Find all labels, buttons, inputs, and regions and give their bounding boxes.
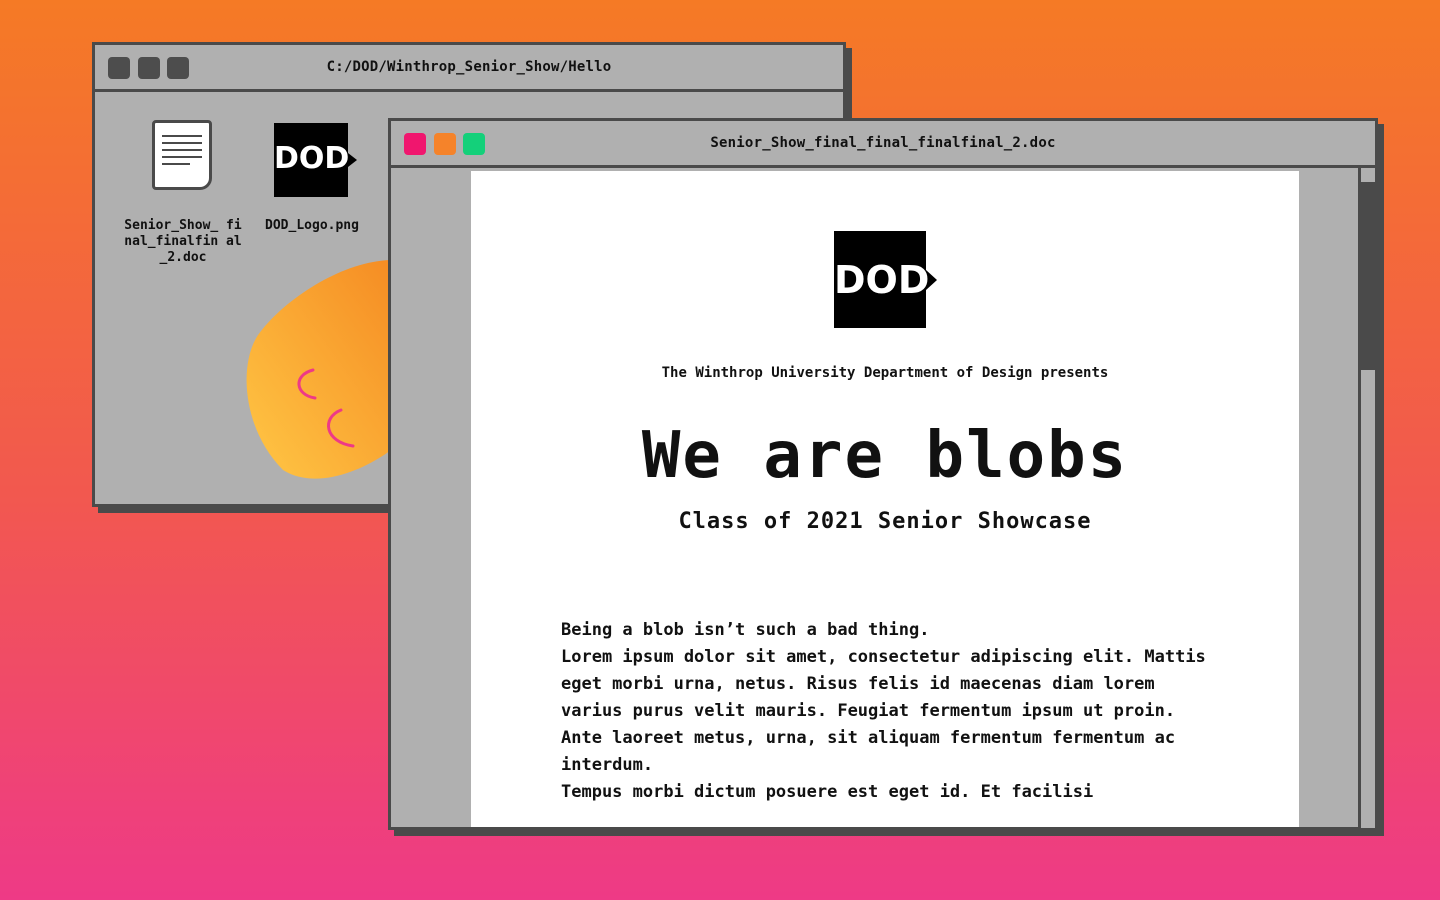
paragraph: Being a blob isn’t such a bad thing.	[561, 620, 930, 640]
paragraph: Tempus morbi dictum posuere est eget id.…	[561, 782, 1094, 802]
document-icon	[152, 120, 212, 190]
file-label: DOD_Logo.png	[265, 218, 359, 233]
window-path-title: C:/DOD/Winthrop_Senior_Show/Hello	[326, 59, 612, 75]
file-item-doc[interactable]: Senior_Show_ final_finalfin al_2.doc	[121, 120, 245, 270]
paragraph: Lorem ipsum dolor sit amet, consectetur …	[561, 647, 1206, 775]
document-filename-title: Senior_Show_final_final_finalfinal_2.doc	[710, 135, 1056, 151]
document-titlebar[interactable]: Senior_Show_final_final_finalfinal_2.doc	[391, 121, 1375, 168]
file-explorer-titlebar[interactable]: C:/DOD/Winthrop_Senior_Show/Hello	[95, 45, 843, 92]
document-window[interactable]: Senior_Show_final_final_finalfinal_2.doc…	[388, 118, 1378, 830]
blob-illustration	[246, 260, 403, 479]
presents-line: The Winthrop University Department of De…	[661, 365, 1109, 381]
document-page[interactable]: DOD The Winthrop University Department o…	[471, 171, 1299, 827]
scrollbar-thumb[interactable]	[1361, 182, 1375, 370]
subheadline: Class of 2021 Senior Showcase	[678, 509, 1092, 534]
headline: We are blobs	[641, 419, 1129, 493]
file-item-png[interactable]: DOD DOD_Logo.png	[250, 120, 374, 240]
body-text: Being a blob isn’t such a bad thing. Lor…	[561, 617, 1221, 806]
vertical-scrollbar[interactable]	[1358, 168, 1375, 828]
dod-logo: DOD	[834, 231, 937, 328]
file-label: Senior_Show_ final_finalfin al_2.doc	[124, 218, 242, 265]
dod-logo-image-icon: DOD	[274, 123, 357, 197]
